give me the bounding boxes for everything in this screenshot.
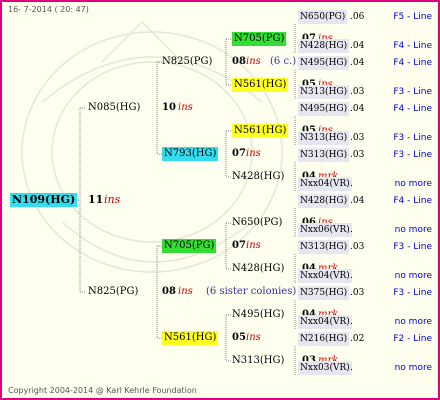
gen4-num: . (350, 363, 353, 373)
gen4-node[interactable]: Nxx04(VR) (298, 315, 352, 329)
gen1-note-2: (6 sister colonies) (206, 286, 297, 297)
gen4-num: . (350, 225, 353, 235)
gen4-line-link[interactable]: F4 - Line (393, 39, 432, 53)
gen4-num: . (350, 271, 353, 281)
gen4-line-link[interactable]: no more (395, 269, 432, 283)
gen4-node[interactable]: N313(HG) (298, 240, 350, 254)
gen4-line-link[interactable]: F3 - Line (393, 240, 432, 254)
gen1-tag-2: ins (178, 286, 193, 297)
gen4-node[interactable]: Nxx03(VR) (298, 361, 352, 375)
gen4-line-link[interactable]: no more (395, 223, 432, 237)
copyright: Copyright 2004-2014 @ Karl Kehrle Founda… (8, 386, 197, 395)
pedigree-frame: 16- 7-2014 ( 20: 47) Copyright 2004-2014… (0, 0, 440, 400)
gen4-node[interactable]: N313(HG) (298, 131, 350, 145)
gen4-line-link[interactable]: F3 - Line (393, 131, 432, 145)
gen2-node-2[interactable]: N793(HG) (162, 147, 219, 161)
root-node[interactable]: N109(HG) (10, 193, 78, 207)
gen4-num: .04 (350, 196, 365, 206)
gen4-line-link[interactable]: no more (395, 177, 432, 191)
gen4-node[interactable]: N375(HG) (298, 286, 350, 300)
gen4-num: .06 (350, 12, 365, 22)
gen4-line-link[interactable]: F5 - Line (393, 10, 432, 24)
gen4-num: .03 (350, 87, 365, 97)
gen4-num: .03 (350, 133, 365, 143)
gen2-node-3[interactable]: N705(PG) (162, 239, 217, 253)
gen2-tag-2: ins (246, 148, 261, 159)
gen1-tag-1: ins (178, 102, 193, 113)
date-stamp: 16- 7-2014 ( 20: 47) (8, 5, 89, 14)
gen2-year-4: 05 (232, 332, 246, 343)
gen2-tag-4: ins (246, 332, 261, 343)
gen2-node-1[interactable]: N825(PG) (162, 55, 212, 69)
gen4-num: .04 (350, 41, 365, 51)
gen3-node-1[interactable]: N705(PG) (232, 32, 287, 46)
gen1-node-2[interactable]: N825(PG) (88, 285, 138, 299)
gen1-node-1[interactable]: N085(HG) (88, 101, 140, 115)
gen4-num: . (350, 317, 353, 327)
gen4-num: .04 (350, 104, 365, 114)
gen4-num: .02 (350, 334, 365, 344)
gen4-node[interactable]: N650(PG) (298, 10, 348, 24)
gen2-year-2: 07 (232, 148, 246, 159)
gen4-line-link[interactable]: F4 - Line (393, 102, 432, 116)
gen3-node-2[interactable]: N561(HG) (232, 78, 289, 92)
gen3-node-7[interactable]: N495(HG) (232, 308, 284, 322)
gen4-num: . (350, 179, 353, 189)
gen4-node[interactable]: N428(HG) (298, 194, 350, 208)
gen4-line-link[interactable]: F3 - Line (393, 85, 432, 99)
gen2-node-4[interactable]: N561(HG) (162, 331, 219, 345)
gen3-node-8[interactable]: N313(HG) (232, 354, 284, 368)
gen3-node-4[interactable]: N428(HG) (232, 170, 284, 184)
gen4-num: .03 (350, 150, 365, 160)
root-tag: ins (104, 193, 121, 206)
gen4-line-link[interactable]: F2 - Line (393, 332, 432, 346)
gen4-node[interactable]: N428(HG) (298, 39, 350, 53)
gen1-year-2: 08 (162, 286, 176, 297)
root-year: 11 (88, 193, 104, 206)
gen4-line-link[interactable]: no more (395, 315, 432, 329)
gen4-line-link[interactable]: F4 - Line (393, 56, 432, 70)
gen3-node-6[interactable]: N428(HG) (232, 262, 284, 276)
gen4-node[interactable]: Nxx04(VR) (298, 269, 352, 283)
gen4-node[interactable]: N216(HG) (298, 332, 350, 346)
gen4-node[interactable]: N495(HG) (298, 56, 350, 70)
gen2-note-1: (6 c.) (270, 56, 297, 67)
gen4-num: .03 (350, 242, 365, 252)
gen2-year-1: 08 (232, 56, 246, 67)
gen2-tag-1: ins (246, 56, 261, 67)
gen4-line-link[interactable]: no more (395, 361, 432, 375)
gen2-tag-3: ins (246, 240, 261, 251)
gen3-node-5[interactable]: N650(PG) (232, 216, 282, 230)
gen1-year-1: 10 (162, 102, 176, 113)
gen4-node[interactable]: Nxx06(VR) (298, 223, 352, 237)
gen4-node[interactable]: N495(HG) (298, 102, 350, 116)
gen4-num: .03 (350, 288, 365, 298)
gen2-year-3: 07 (232, 240, 246, 251)
gen4-num: .04 (350, 58, 365, 68)
gen4-line-link[interactable]: F3 - Line (393, 148, 432, 162)
gen4-node[interactable]: Nxx04(VR) (298, 177, 352, 191)
gen4-line-link[interactable]: F4 - Line (393, 194, 432, 208)
gen4-node[interactable]: N313(HG) (298, 148, 350, 162)
gen3-node-3[interactable]: N561(HG) (232, 124, 289, 138)
gen4-node[interactable]: N313(HG) (298, 85, 350, 99)
gen4-line-link[interactable]: F3 - Line (393, 286, 432, 300)
